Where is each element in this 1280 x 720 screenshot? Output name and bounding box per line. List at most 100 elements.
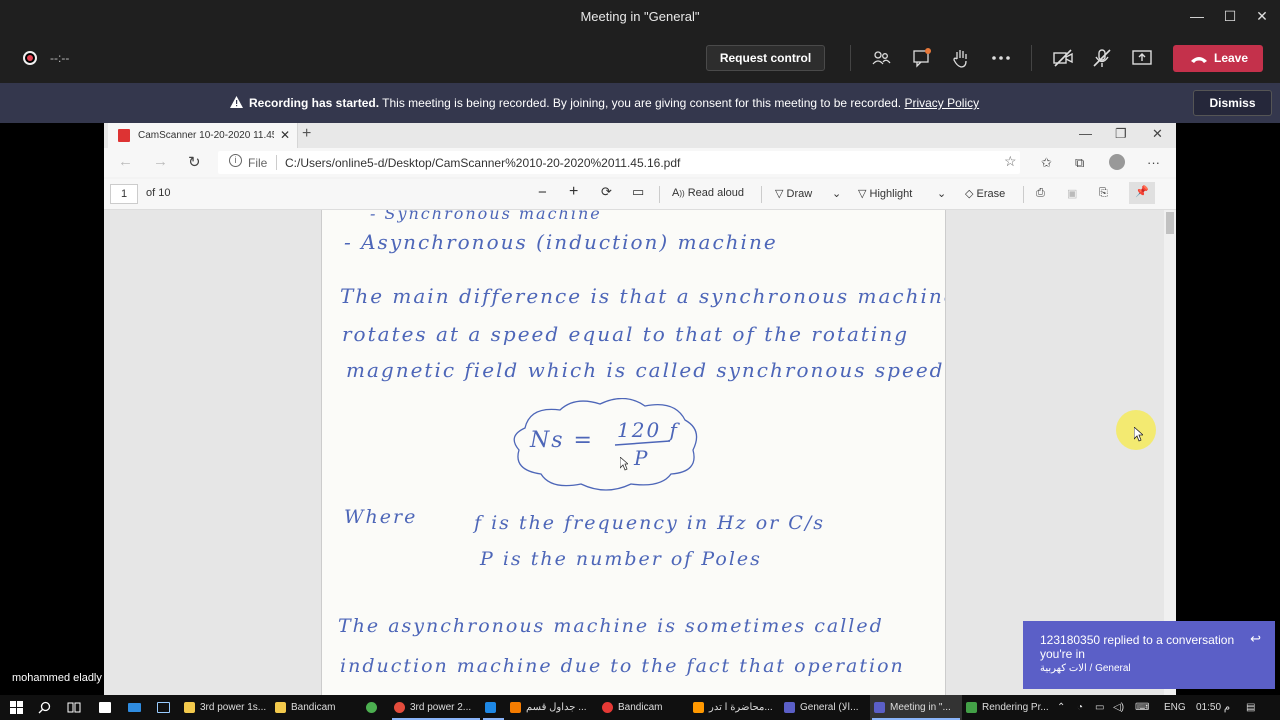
- handwritten-line: The asynchronous machine is sometimes ca…: [338, 615, 884, 637]
- more-options-icon[interactable]: [990, 47, 1012, 69]
- settings-more-icon[interactable]: ···: [1147, 155, 1160, 170]
- save-icon[interactable]: ▣: [1067, 187, 1077, 200]
- task-view-icon[interactable]: [67, 701, 81, 714]
- fit-page-icon[interactable]: ▭: [632, 184, 644, 200]
- windows-start-icon[interactable]: [10, 701, 23, 714]
- draw-button[interactable]: ▽ Draw: [775, 187, 812, 200]
- leave-label: Leave: [1214, 51, 1249, 65]
- handwritten-line: f is the frequency in Hz or C/s: [474, 512, 825, 534]
- taskbar-app-label: 3rd power 1s...: [200, 702, 267, 713]
- search-icon[interactable]: [38, 701, 51, 714]
- banner-message: Recording has started. This meeting is b…: [249, 96, 979, 110]
- volume-icon[interactable]: ◁): [1113, 695, 1124, 720]
- teams-icon: [874, 702, 885, 713]
- chrome-icon: [394, 702, 405, 713]
- page-number-input[interactable]: 1: [110, 184, 138, 204]
- taskbar-app[interactable]: [362, 695, 387, 720]
- phone-hangup-icon: [1191, 57, 1207, 63]
- back-arrow-icon[interactable]: ←: [118, 153, 133, 170]
- taskbar-app[interactable]: [481, 695, 506, 720]
- profile-avatar[interactable]: [1109, 154, 1125, 170]
- browser-window: CamScanner 10-20-2020 11.45.16 ✕ + — ❐ ✕…: [104, 123, 1176, 695]
- store-icon[interactable]: [99, 702, 111, 713]
- divider: [1031, 45, 1032, 71]
- presenter-name: mohammed eladly: [12, 672, 102, 684]
- share-screen-icon[interactable]: [1131, 47, 1153, 69]
- scrollbar-thumb[interactable]: [1166, 212, 1174, 234]
- edge-icon: [485, 702, 496, 713]
- taskbar-app-label: General (الا...: [800, 702, 859, 713]
- browser-restore-button[interactable]: ❐: [1115, 126, 1127, 142]
- taskbar-app[interactable]: General (الا...: [780, 695, 872, 720]
- browser-minimize-button[interactable]: —: [1079, 126, 1092, 141]
- address-field[interactable]: i File C:/Users/online5-d/Desktop/CamSca…: [218, 151, 1020, 174]
- mail-icon[interactable]: [128, 703, 141, 712]
- dismiss-button[interactable]: Dismiss: [1193, 90, 1272, 116]
- browser-close-button[interactable]: ✕: [1152, 126, 1163, 142]
- draw-label: Draw: [786, 188, 813, 200]
- show-hidden-icons-icon[interactable]: ⌃: [1057, 695, 1065, 720]
- notification-toast[interactable]: 123180350 replied to a conversation you'…: [1023, 621, 1275, 689]
- zoom-in-icon[interactable]: +: [569, 183, 578, 201]
- taskbar-app[interactable]: جداول قسم ...: [506, 695, 598, 720]
- handwritten-line: Where: [344, 506, 418, 528]
- taskbar-app[interactable]: 3rd power 2...: [390, 695, 482, 720]
- camera-off-icon[interactable]: [1052, 47, 1074, 69]
- highlight-button[interactable]: ▽ Highlight: [858, 187, 912, 200]
- recording-icon: [23, 51, 37, 65]
- save-as-icon[interactable]: ⎘: [1099, 187, 1108, 200]
- language-indicator[interactable]: ENG: [1164, 695, 1186, 720]
- keyboard-icon[interactable]: ⌨: [1135, 695, 1149, 720]
- handwritten-line: The main difference is that a synchronou…: [340, 284, 946, 308]
- battery-icon[interactable]: ▭: [1095, 695, 1104, 720]
- app-icon: [966, 702, 977, 713]
- maximize-button[interactable]: ☐: [1220, 6, 1240, 26]
- read-aloud-button[interactable]: A)) Read aloud: [672, 187, 744, 199]
- close-button[interactable]: ✕: [1252, 6, 1272, 26]
- taskbar-app[interactable]: Bandicam: [598, 695, 690, 720]
- taskbar-app[interactable]: محاضرة ا تدر...: [689, 695, 781, 720]
- handwritten-line: rotates at a speed equal to that of the …: [342, 322, 910, 346]
- app-icon[interactable]: [157, 702, 170, 713]
- taskbar-app[interactable]: Bandicam: [271, 695, 363, 720]
- divider: [276, 155, 277, 170]
- chevron-down-icon[interactable]: ⌄: [832, 187, 841, 200]
- reply-icon[interactable]: ↩: [1250, 631, 1261, 647]
- divider: [761, 186, 762, 203]
- new-tab-icon[interactable]: +: [302, 125, 311, 143]
- mic-off-icon[interactable]: [1091, 47, 1113, 69]
- taskbar-app[interactable]: Meeting in "...: [870, 695, 962, 720]
- collections-icon[interactable]: ⧉: [1075, 155, 1084, 171]
- shared-screen: CamScanner 10-20-2020 11.45.16 ✕ + — ❐ ✕…: [0, 123, 1280, 695]
- participants-icon[interactable]: [870, 47, 892, 69]
- favorite-star-icon[interactable]: ☆: [1004, 153, 1017, 170]
- handwritten-line: magnetic field which is called synchrono…: [346, 358, 945, 382]
- notifications-icon[interactable]: ▤: [1246, 695, 1255, 720]
- taskbar-app[interactable]: Rendering Pr...: [962, 695, 1050, 720]
- refresh-icon[interactable]: ↻: [188, 153, 201, 171]
- request-control-button[interactable]: Request control: [706, 45, 825, 71]
- taskbar-app-label: محاضرة ا تدر...: [709, 702, 773, 713]
- rotate-icon[interactable]: ⟳: [601, 184, 612, 200]
- network-icon[interactable]: ◔: [1077, 695, 1083, 720]
- zoom-out-icon[interactable]: −: [538, 184, 547, 201]
- chevron-down-icon[interactable]: ⌄: [937, 187, 946, 200]
- forward-arrow-icon[interactable]: →: [153, 153, 168, 170]
- print-icon[interactable]: ⎙: [1036, 187, 1045, 200]
- privacy-policy-link[interactable]: Privacy Policy: [904, 96, 979, 110]
- pdf-viewer[interactable]: - Synchronous machine - Asynchronous (in…: [104, 210, 1176, 695]
- clock[interactable]: 01:50 م: [1196, 695, 1230, 720]
- taskbar-app[interactable]: 3rd power 1s...: [180, 695, 272, 720]
- address-bar-row: ← → ↻ i File C:/Users/online5-d/Desktop/…: [104, 148, 1176, 177]
- tab-close-icon[interactable]: ✕: [280, 128, 290, 142]
- erase-button[interactable]: ◇ Erase: [965, 187, 1005, 200]
- formula-numerator: 120 f: [617, 418, 679, 442]
- chat-icon[interactable]: [911, 47, 933, 69]
- favorites-icon[interactable]: ✩: [1041, 155, 1052, 171]
- leave-button[interactable]: Leave: [1173, 45, 1263, 72]
- raise-hand-icon[interactable]: [950, 47, 972, 69]
- minimize-button[interactable]: —: [1187, 6, 1207, 26]
- pdf-file-icon: [118, 129, 130, 142]
- pin-toolbar-icon[interactable]: 📌: [1129, 182, 1155, 204]
- browser-tab[interactable]: CamScanner 10-20-2020 11.45.16 ✕: [108, 123, 298, 148]
